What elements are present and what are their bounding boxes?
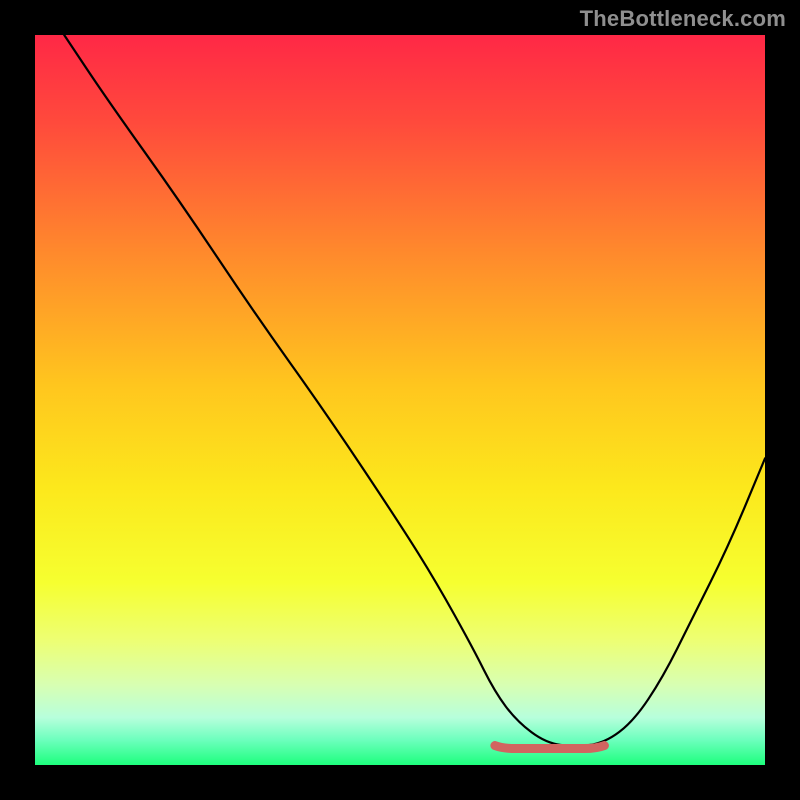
bottleneck-chart: [35, 35, 765, 765]
optimal-region-marker: [495, 746, 605, 749]
gradient-background: [35, 35, 765, 765]
watermark-text: TheBottleneck.com: [580, 6, 786, 32]
chart-frame: [35, 35, 765, 765]
